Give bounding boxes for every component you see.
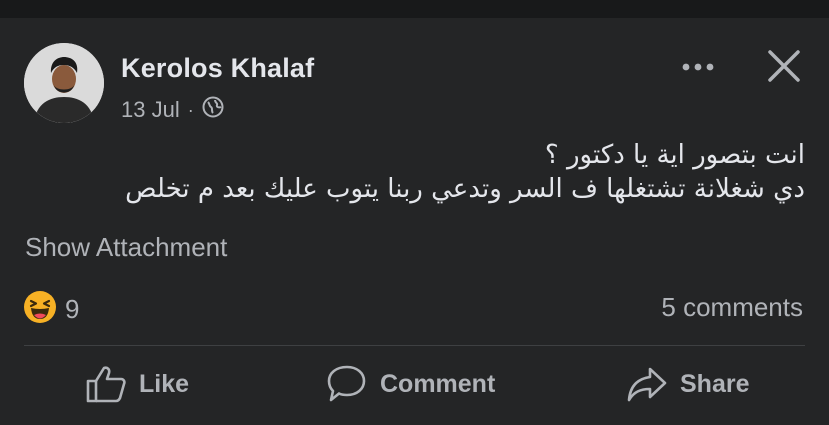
like-label: Like xyxy=(139,369,190,398)
show-attachment-link[interactable]: Show Attachment xyxy=(25,232,227,263)
share-button[interactable]: Share xyxy=(626,358,749,410)
share-arrow-icon xyxy=(626,364,668,404)
avatar[interactable] xyxy=(24,43,104,123)
thumbs-up-icon xyxy=(85,364,127,404)
author-name[interactable]: Kerolos Khalaf xyxy=(121,53,314,84)
post-meta: 13 Jul · xyxy=(121,96,224,124)
comment-label: Comment xyxy=(380,369,496,398)
post-text-line: دي شغلانة تشتغلها ف السر وتدعي ربنا يتوب… xyxy=(125,174,805,204)
meta-separator: · xyxy=(187,99,194,120)
post-text-line: انت بتصور اية يا دكتور ؟ xyxy=(544,140,805,170)
globe-icon xyxy=(202,96,224,124)
haha-emoji-icon xyxy=(23,290,57,329)
action-bar: Like Comment Share xyxy=(0,358,829,410)
post-date[interactable]: 13 Jul xyxy=(121,97,180,123)
like-button[interactable]: Like xyxy=(85,358,189,410)
comment-bubble-icon xyxy=(326,364,368,404)
divider xyxy=(24,345,805,346)
post-text: انت بتصور اية يا دكتور ؟ دي شغلانة تشتغل… xyxy=(45,138,805,206)
share-label: Share xyxy=(680,369,750,398)
reaction-count: 9 xyxy=(65,294,80,324)
close-icon[interactable] xyxy=(764,46,804,86)
reactions-summary[interactable]: 9 xyxy=(23,290,79,329)
comment-button[interactable]: Comment xyxy=(326,358,495,410)
post-card: Kerolos Khalaf 13 Jul · انت بتصور اية يا… xyxy=(0,18,829,425)
more-options-icon[interactable] xyxy=(678,52,718,82)
comments-count-link[interactable]: 5 comments xyxy=(661,292,803,323)
